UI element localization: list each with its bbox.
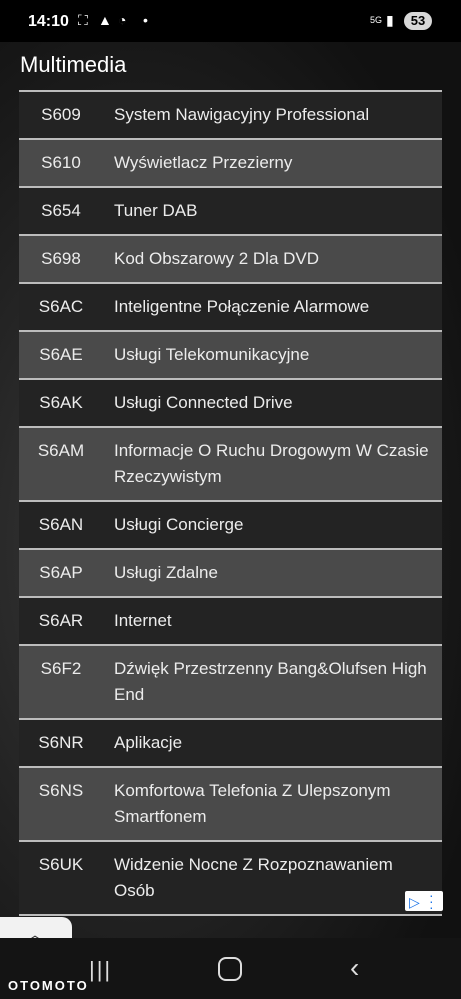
messenger-icon: ◔ [118,12,127,28]
table-row: S610 Wyświetlacz Przezierny [19,140,442,188]
option-description: System Nawigacyjny Professional [114,105,370,124]
option-description: Usługi Connected Drive [114,393,293,412]
option-code: S6AR [38,611,84,630]
signal-icon: ▮ [386,12,394,28]
option-description: Widzenie Nocne Z Rozpoznawaniem Osób [114,855,393,900]
watermark-logo: OTOMOTO [8,978,89,993]
status-bar: 14:10 ⛶ ▲ ◔ • 5G ▮ 53 [0,0,461,42]
adchoices-icon[interactable]: ▷ [409,894,420,911]
ad-badge[interactable]: ▷ · · · [405,888,443,914]
option-code: S610 [41,153,81,172]
table-row: S6UK Widzenie Nocne Z Rozpoznawaniem Osób [19,842,442,916]
table-row: S6AN Usługi Concierge [19,502,442,550]
table-row: S6AM Informacje O Ruchu Drogowym W Czasie… [19,428,442,502]
option-description: Komfortowa Telefonia Z Ulepszonym Smartf… [114,781,391,826]
table-row: S6AR Internet [19,598,442,646]
dot-icon: • [143,12,148,28]
option-code: S6AM [37,441,85,460]
warning-icon: ▲ [98,12,112,28]
table-row: S609 System Nawigacyjny Professional [19,92,442,140]
options-table: S609 System Nawigacyjny Professional S610 W… [19,90,442,916]
option-code: S6AK [39,393,83,412]
option-description: Usługi Telekomunikacyjne [114,345,310,364]
option-description: Usługi Concierge [114,515,244,534]
recent-apps-icon[interactable]: ||| [89,957,112,983]
option-code: S654 [41,201,81,220]
option-code: S6AN [38,515,84,534]
option-code: S698 [41,249,81,268]
option-description: Tuner DAB [114,201,198,220]
option-code: S6AE [39,345,83,364]
table-row: S6NR Aplikacje [19,720,442,768]
option-code: S6F2 [40,659,82,678]
option-description: Usługi Zdalne [114,563,218,582]
back-icon[interactable]: ‹ [350,952,359,984]
option-description: Informacje O Ruchu Drogowym W Czasie Rze… [114,441,429,486]
battery-indicator: 53 [404,12,432,30]
network-label: 5G [370,15,383,25]
table-row: S6AP Usługi Zdalne [19,550,442,598]
option-code: S6AC [38,297,84,316]
option-description: Aplikacje [114,733,183,752]
option-code: S6UK [38,855,84,874]
option-description: Dźwięk Przestrzenny Bang&Olufsen High En… [114,659,427,704]
table-row: S698 Kod Obszarowy 2 Dla DVD [19,236,442,284]
option-description: Inteligentne Połączenie Alarmowe [114,297,370,316]
table-row: S654 Tuner DAB [19,188,442,236]
screenshot-icon: ⛶ [78,12,88,28]
table-row: S6AE Usługi Telekomunikacyjne [19,332,442,380]
section-title: Multimedia [20,52,127,77]
option-code: S6AP [39,563,83,582]
option-code: S6NR [38,733,84,752]
option-description: Wyświetlacz Przezierny [114,153,293,172]
home-icon[interactable] [218,957,242,981]
table-row: S6NS Komfortowa Telefonia Z Ulepszonym Sm… [19,768,442,842]
table-row: S6F2 Dźwięk Przestrzenny Bang&Olufsen Hig… [19,646,442,720]
table-row: S6AK Usługi Connected Drive [19,380,442,428]
option-description: Kod Obszarowy 2 Dla DVD [114,249,320,268]
option-code: S6NS [38,781,84,800]
more-icon[interactable]: · · · [429,888,434,914]
option-code: S609 [41,105,81,124]
status-time: 14:10 [28,13,69,30]
option-description: Internet [114,611,172,630]
table-row: S6AC Inteligentne Połączenie Alarmowe [19,284,442,332]
